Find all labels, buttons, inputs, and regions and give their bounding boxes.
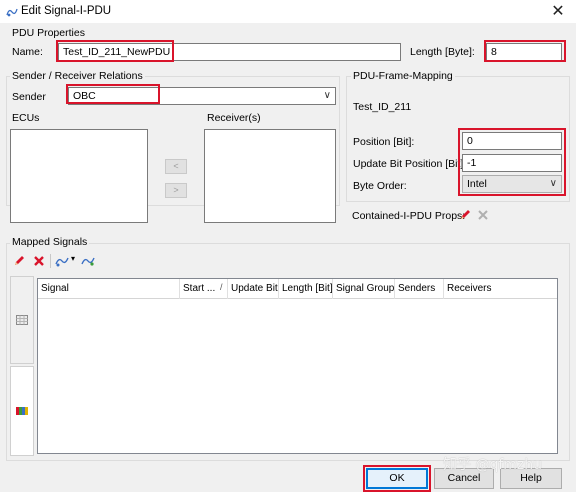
- red-x-icon[interactable]: [32, 254, 46, 268]
- replace-signal-icon[interactable]: [81, 254, 95, 268]
- dialog-client: PDU Properties Name: Test_ID_211_NewPDU …: [0, 24, 576, 492]
- color-bar-icon: [16, 407, 28, 415]
- sender-receiver-title: Sender / Receiver Relations: [10, 70, 145, 82]
- grid-side-strip-bottom: [10, 366, 34, 456]
- column-senders[interactable]: Senders: [395, 279, 444, 299]
- contained-props-label: Contained-I-PDU Props:: [352, 210, 466, 222]
- column-update-bit[interactable]: Update Bit: [228, 279, 279, 299]
- column-signal-group[interactable]: Signal Group: [333, 279, 395, 299]
- sender-combo[interactable]: OBC ∨: [68, 87, 336, 105]
- receivers-label: Receiver(s): [207, 112, 261, 124]
- ecus-list[interactable]: [10, 129, 148, 223]
- pencil-icon[interactable]: [12, 254, 26, 268]
- title-bar: Edit Signal-I-PDU ✕: [0, 0, 576, 24]
- name-field[interactable]: Test_ID_211_NewPDU: [58, 43, 401, 61]
- pdu-properties-title: PDU Properties: [12, 27, 85, 39]
- ok-button[interactable]: OK: [366, 468, 428, 489]
- toolbar-separator: [50, 254, 51, 268]
- update-bit-field[interactable]: -1: [462, 154, 562, 172]
- length-label: Length [Byte]:: [410, 46, 475, 58]
- move-right-button[interactable]: >: [165, 183, 187, 198]
- add-signal-icon[interactable]: [55, 254, 69, 268]
- sort-icon: /: [220, 282, 223, 292]
- update-bit-label: Update Bit Position [Bit]:: [353, 158, 467, 170]
- window-title: Edit Signal-I-PDU: [21, 5, 112, 17]
- pencil-icon[interactable]: [458, 208, 472, 222]
- chevron-down-icon: ∨: [323, 90, 331, 101]
- grid-side-strip-top: [10, 276, 34, 364]
- position-field[interactable]: 0: [462, 132, 562, 150]
- signals-grid[interactable]: Signal Start ... / Update Bit Length [Bi…: [37, 278, 558, 454]
- delete-icon[interactable]: [476, 208, 490, 222]
- dropdown-caret-icon[interactable]: ▾: [71, 254, 75, 263]
- close-button[interactable]: ✕: [548, 2, 568, 22]
- sender-label: Sender: [12, 91, 46, 103]
- frame-mapping-title: PDU-Frame-Mapping: [351, 70, 455, 82]
- frame-name: Test_ID_211: [353, 101, 412, 113]
- length-field[interactable]: 8: [486, 43, 562, 61]
- byte-order-combo[interactable]: Intel ∨: [462, 175, 562, 193]
- position-label: Position [Bit]:: [353, 136, 415, 148]
- sender-value: OBC: [73, 90, 96, 102]
- chevron-down-icon: ∨: [549, 178, 557, 189]
- name-label: Name:: [12, 46, 43, 58]
- receivers-list[interactable]: [204, 129, 336, 223]
- ecus-label: ECUs: [12, 112, 40, 124]
- move-left-button[interactable]: <: [165, 159, 187, 174]
- grid-toggle-icon[interactable]: [16, 315, 28, 325]
- byte-order-value: Intel: [467, 178, 487, 190]
- column-signal[interactable]: Signal: [38, 279, 180, 299]
- signal-pdu-icon: [6, 8, 18, 17]
- watermark: 知乎 @qfmzhu: [443, 457, 542, 473]
- byte-order-label: Byte Order:: [353, 180, 407, 192]
- grid-header: Signal Start ... / Update Bit Length [Bi…: [38, 279, 557, 299]
- column-receivers[interactable]: Receivers: [444, 279, 557, 299]
- column-length[interactable]: Length [Bit]: [279, 279, 333, 299]
- mapped-signals-title: Mapped Signals: [10, 236, 90, 248]
